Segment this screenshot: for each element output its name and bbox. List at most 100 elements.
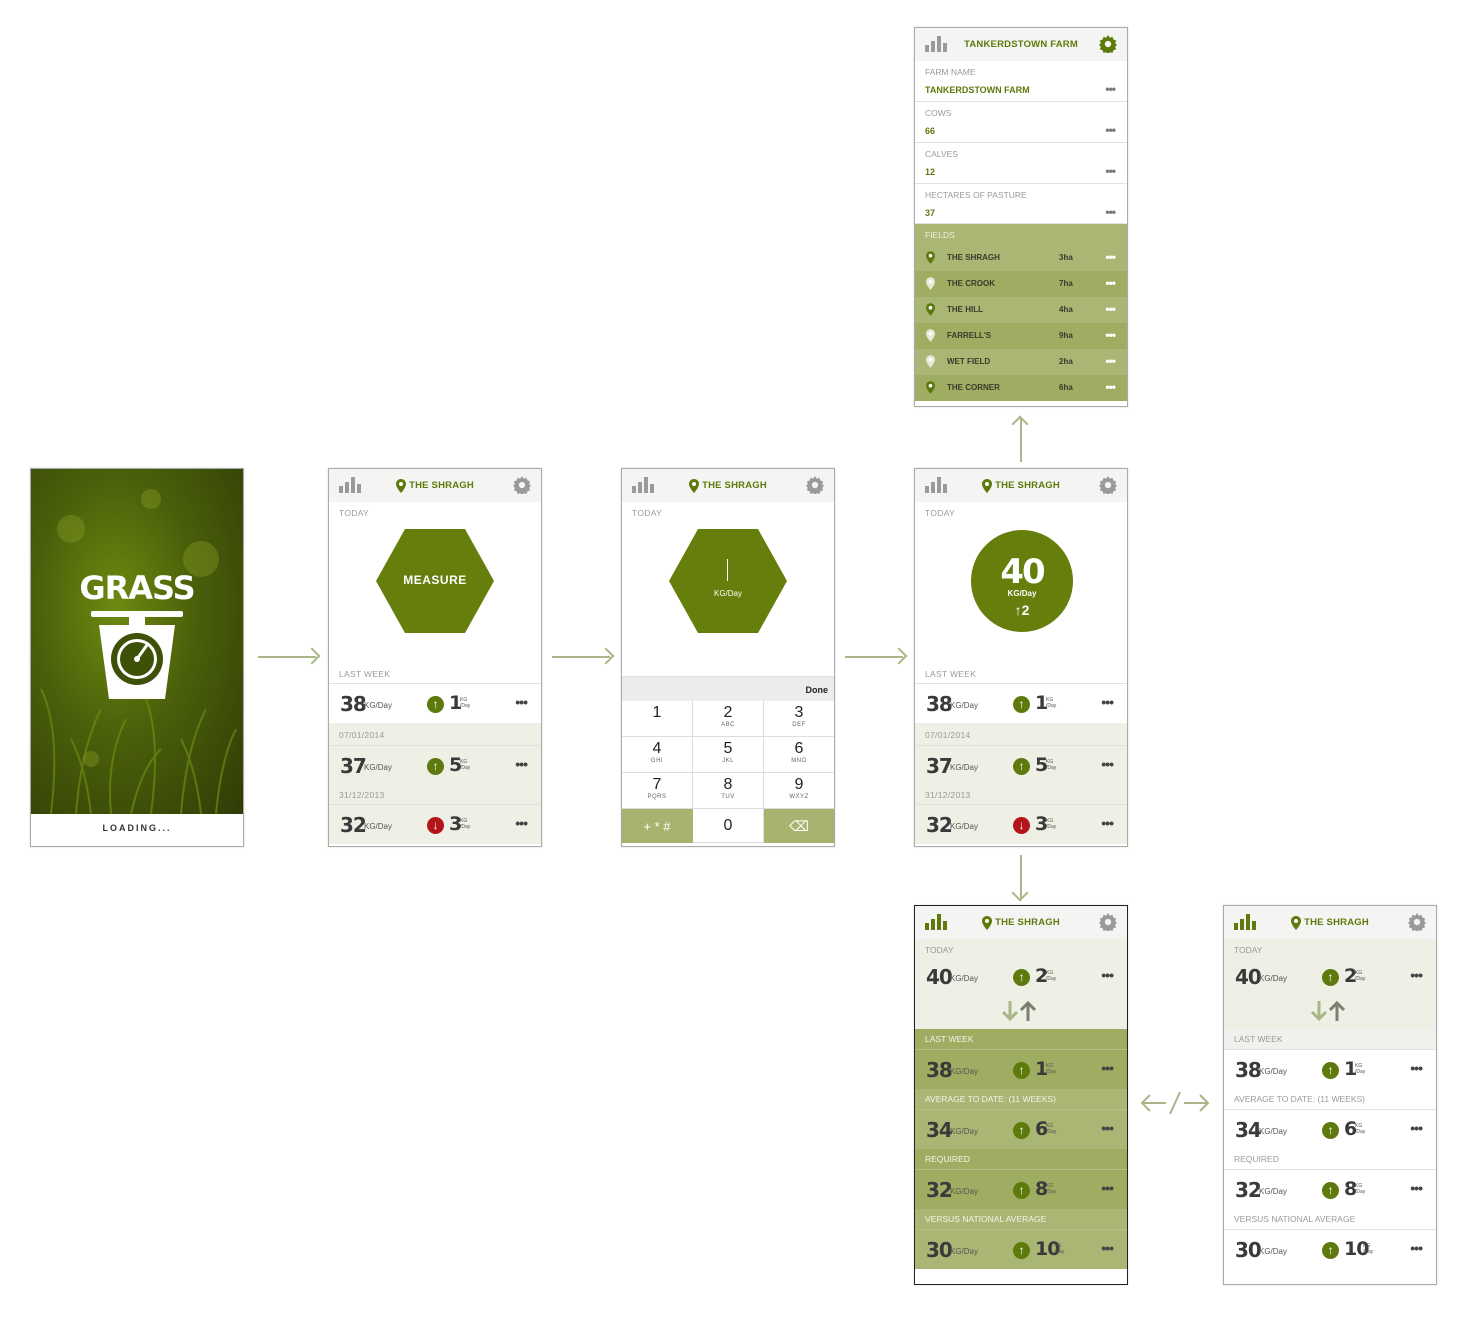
history-block: 38 KG/Day ↑ 1 KG/Day ••• 07/01/2014 37 KG/Day ↑…: [329, 683, 541, 844]
more-options-icon[interactable]: •••: [1410, 1240, 1423, 1256]
more-options-icon[interactable]: •••: [1410, 1180, 1423, 1196]
key-6[interactable]: 6 MNO: [764, 737, 834, 773]
compare-toggle[interactable]: [915, 997, 1127, 1029]
settings-gear-icon[interactable]: [1099, 913, 1117, 931]
stat-value: 37: [926, 754, 953, 778]
more-options-icon[interactable]: •••: [1101, 967, 1114, 983]
field-title[interactable]: THE SHRAGH: [1291, 916, 1369, 930]
result-circle[interactable]: 40 KG/Day ↑2: [971, 530, 1073, 632]
field-row[interactable]: THE CORNER 6ha •••: [915, 375, 1127, 401]
more-options-icon[interactable]: •••: [1105, 302, 1116, 316]
stat-row[interactable]: 34 KG/Day ↑ 6 KG/Day •••: [1224, 1109, 1436, 1149]
key-7[interactable]: 7 PQRS: [622, 773, 693, 809]
field-hectares: 6ha: [1059, 383, 1073, 392]
hectares-row[interactable]: HECTARES OF PASTURE 37 •••: [915, 184, 1127, 224]
key-3[interactable]: 3 DEF: [764, 701, 834, 737]
backspace-key[interactable]: ⌫: [764, 809, 834, 843]
stat-value: 40: [926, 965, 953, 989]
more-options-icon[interactable]: •••: [1105, 276, 1116, 290]
more-options-icon[interactable]: •••: [1410, 1060, 1423, 1076]
cows-row[interactable]: COWS 66 •••: [915, 102, 1127, 143]
stat-row[interactable]: 37 KG/Day ↑ 5 KG/Day •••: [329, 745, 541, 785]
more-options-icon[interactable]: •••: [1101, 694, 1114, 710]
more-options-icon[interactable]: •••: [515, 694, 528, 710]
day-label: /Day: [1046, 1189, 1057, 1195]
stats-icon[interactable]: [339, 477, 361, 493]
more-options-icon[interactable]: •••: [1105, 250, 1116, 264]
key-2[interactable]: 2 ABC: [693, 701, 764, 737]
key-symbols[interactable]: + * #: [622, 809, 693, 843]
field-row[interactable]: THE CROOK 7ha •••: [915, 271, 1127, 297]
more-options-icon[interactable]: •••: [1105, 205, 1116, 219]
stat-row[interactable]: 38 KG/Day ↑ 1 KG/Day •••: [915, 683, 1127, 723]
field-title[interactable]: THE SHRAGH: [396, 479, 474, 493]
stat-row[interactable]: 38 KG/Day ↑ 1 KG/Day •••: [329, 683, 541, 723]
stat-row[interactable]: 37 KG/Day ↑ 5 KG/Day •••: [915, 745, 1127, 785]
settings-gear-icon[interactable]: [513, 476, 531, 494]
compare-toggle[interactable]: [1224, 997, 1436, 1029]
more-options-icon[interactable]: •••: [515, 815, 528, 831]
stat-row[interactable]: 30 KG/Day ↑ 10 KG/Day •••: [1224, 1229, 1436, 1269]
key-5[interactable]: 5 JKL: [693, 737, 764, 773]
field-title[interactable]: THE SHRAGH: [982, 479, 1060, 493]
settings-gear-icon[interactable]: [1099, 476, 1117, 494]
key-8[interactable]: 8 TUV: [693, 773, 764, 809]
key-1[interactable]: 1: [622, 701, 693, 737]
loading-label: LOADING...: [102, 823, 172, 833]
more-options-icon[interactable]: •••: [1101, 1240, 1114, 1256]
key-4[interactable]: 4 GHI: [622, 737, 693, 773]
fields-header: FIELDS: [915, 224, 1127, 245]
more-options-icon[interactable]: •••: [1105, 82, 1116, 96]
stat-unit: KG/Day: [950, 974, 979, 983]
field-row[interactable]: WET FIELD 2ha •••: [915, 349, 1127, 375]
settings-gear-icon[interactable]: [806, 476, 824, 494]
delta-unit: KG/Day: [460, 697, 470, 709]
stats-icon[interactable]: [1234, 914, 1256, 930]
stats-icon[interactable]: [925, 477, 947, 493]
stat-row[interactable]: 30 KG/Day ↑ 10 KG/Day •••: [915, 1229, 1127, 1269]
field-row[interactable]: THE SHRAGH 3ha •••: [915, 245, 1127, 271]
stats-icon[interactable]: [632, 477, 654, 493]
stat-row[interactable]: 40 KG/Day ↑ 2 KG/Day •••: [915, 957, 1127, 997]
more-options-icon[interactable]: •••: [1101, 815, 1114, 831]
field-row[interactable]: THE HILL 4ha •••: [915, 297, 1127, 323]
field-title[interactable]: THE SHRAGH: [689, 479, 767, 493]
field-title[interactable]: THE SHRAGH: [982, 916, 1060, 930]
key-0[interactable]: 0: [693, 809, 764, 843]
more-options-icon[interactable]: •••: [515, 756, 528, 772]
key-number: 8: [723, 776, 733, 793]
settings-gear-icon[interactable]: [1099, 35, 1117, 53]
stats-icon[interactable]: [925, 36, 947, 52]
done-button[interactable]: Done: [806, 685, 829, 695]
app-header: TANKERDSTOWN FARM: [915, 28, 1127, 61]
stat-row[interactable]: 38 KG/Day ↑ 1 KG/Day •••: [1224, 1049, 1436, 1089]
stat-row[interactable]: 32 KG/Day ↓ 3 KG/Day •••: [329, 804, 541, 844]
more-options-icon[interactable]: •••: [1410, 1120, 1423, 1136]
farm-name-row[interactable]: FARM NAME TANKERDSTOWN FARM •••: [915, 61, 1127, 102]
more-options-icon[interactable]: •••: [1101, 1060, 1114, 1076]
more-options-icon[interactable]: •••: [1105, 354, 1116, 368]
measure-button-label: MEASURE: [403, 573, 467, 587]
stat-value: 38: [926, 1058, 953, 1082]
more-options-icon[interactable]: •••: [1101, 1180, 1114, 1196]
more-options-icon[interactable]: •••: [1105, 123, 1116, 137]
stat-row[interactable]: 32 KG/Day ↑ 8 KG/Day •••: [915, 1169, 1127, 1209]
stat-row[interactable]: 40 KG/Day ↑ 2 KG/Day •••: [1224, 957, 1436, 997]
stat-row[interactable]: 32 KG/Day ↓ 3 KG/Day •••: [915, 804, 1127, 844]
stat-row[interactable]: 32 KG/Day ↑ 8 KG/Day •••: [1224, 1169, 1436, 1209]
more-options-icon[interactable]: •••: [1101, 756, 1114, 772]
calves-row[interactable]: CALVES 12 •••: [915, 143, 1127, 184]
field-row[interactable]: FARRELL'S 9ha •••: [915, 323, 1127, 349]
settings-gear-icon[interactable]: [1408, 913, 1426, 931]
value-input[interactable]: KG/Day: [669, 529, 787, 633]
more-options-icon[interactable]: •••: [1101, 1120, 1114, 1136]
stat-row[interactable]: 34 KG/Day ↑ 6 KG/Day •••: [915, 1109, 1127, 1149]
stat-row[interactable]: 38 KG/Day ↑ 1 KG/Day •••: [915, 1049, 1127, 1089]
more-options-icon[interactable]: •••: [1105, 328, 1116, 342]
measure-button[interactable]: MEASURE: [376, 529, 494, 633]
key-9[interactable]: 9 WXYZ: [764, 773, 834, 809]
more-options-icon[interactable]: •••: [1105, 380, 1116, 394]
stats-icon[interactable]: [925, 914, 947, 930]
more-options-icon[interactable]: •••: [1105, 164, 1116, 178]
more-options-icon[interactable]: •••: [1410, 967, 1423, 983]
